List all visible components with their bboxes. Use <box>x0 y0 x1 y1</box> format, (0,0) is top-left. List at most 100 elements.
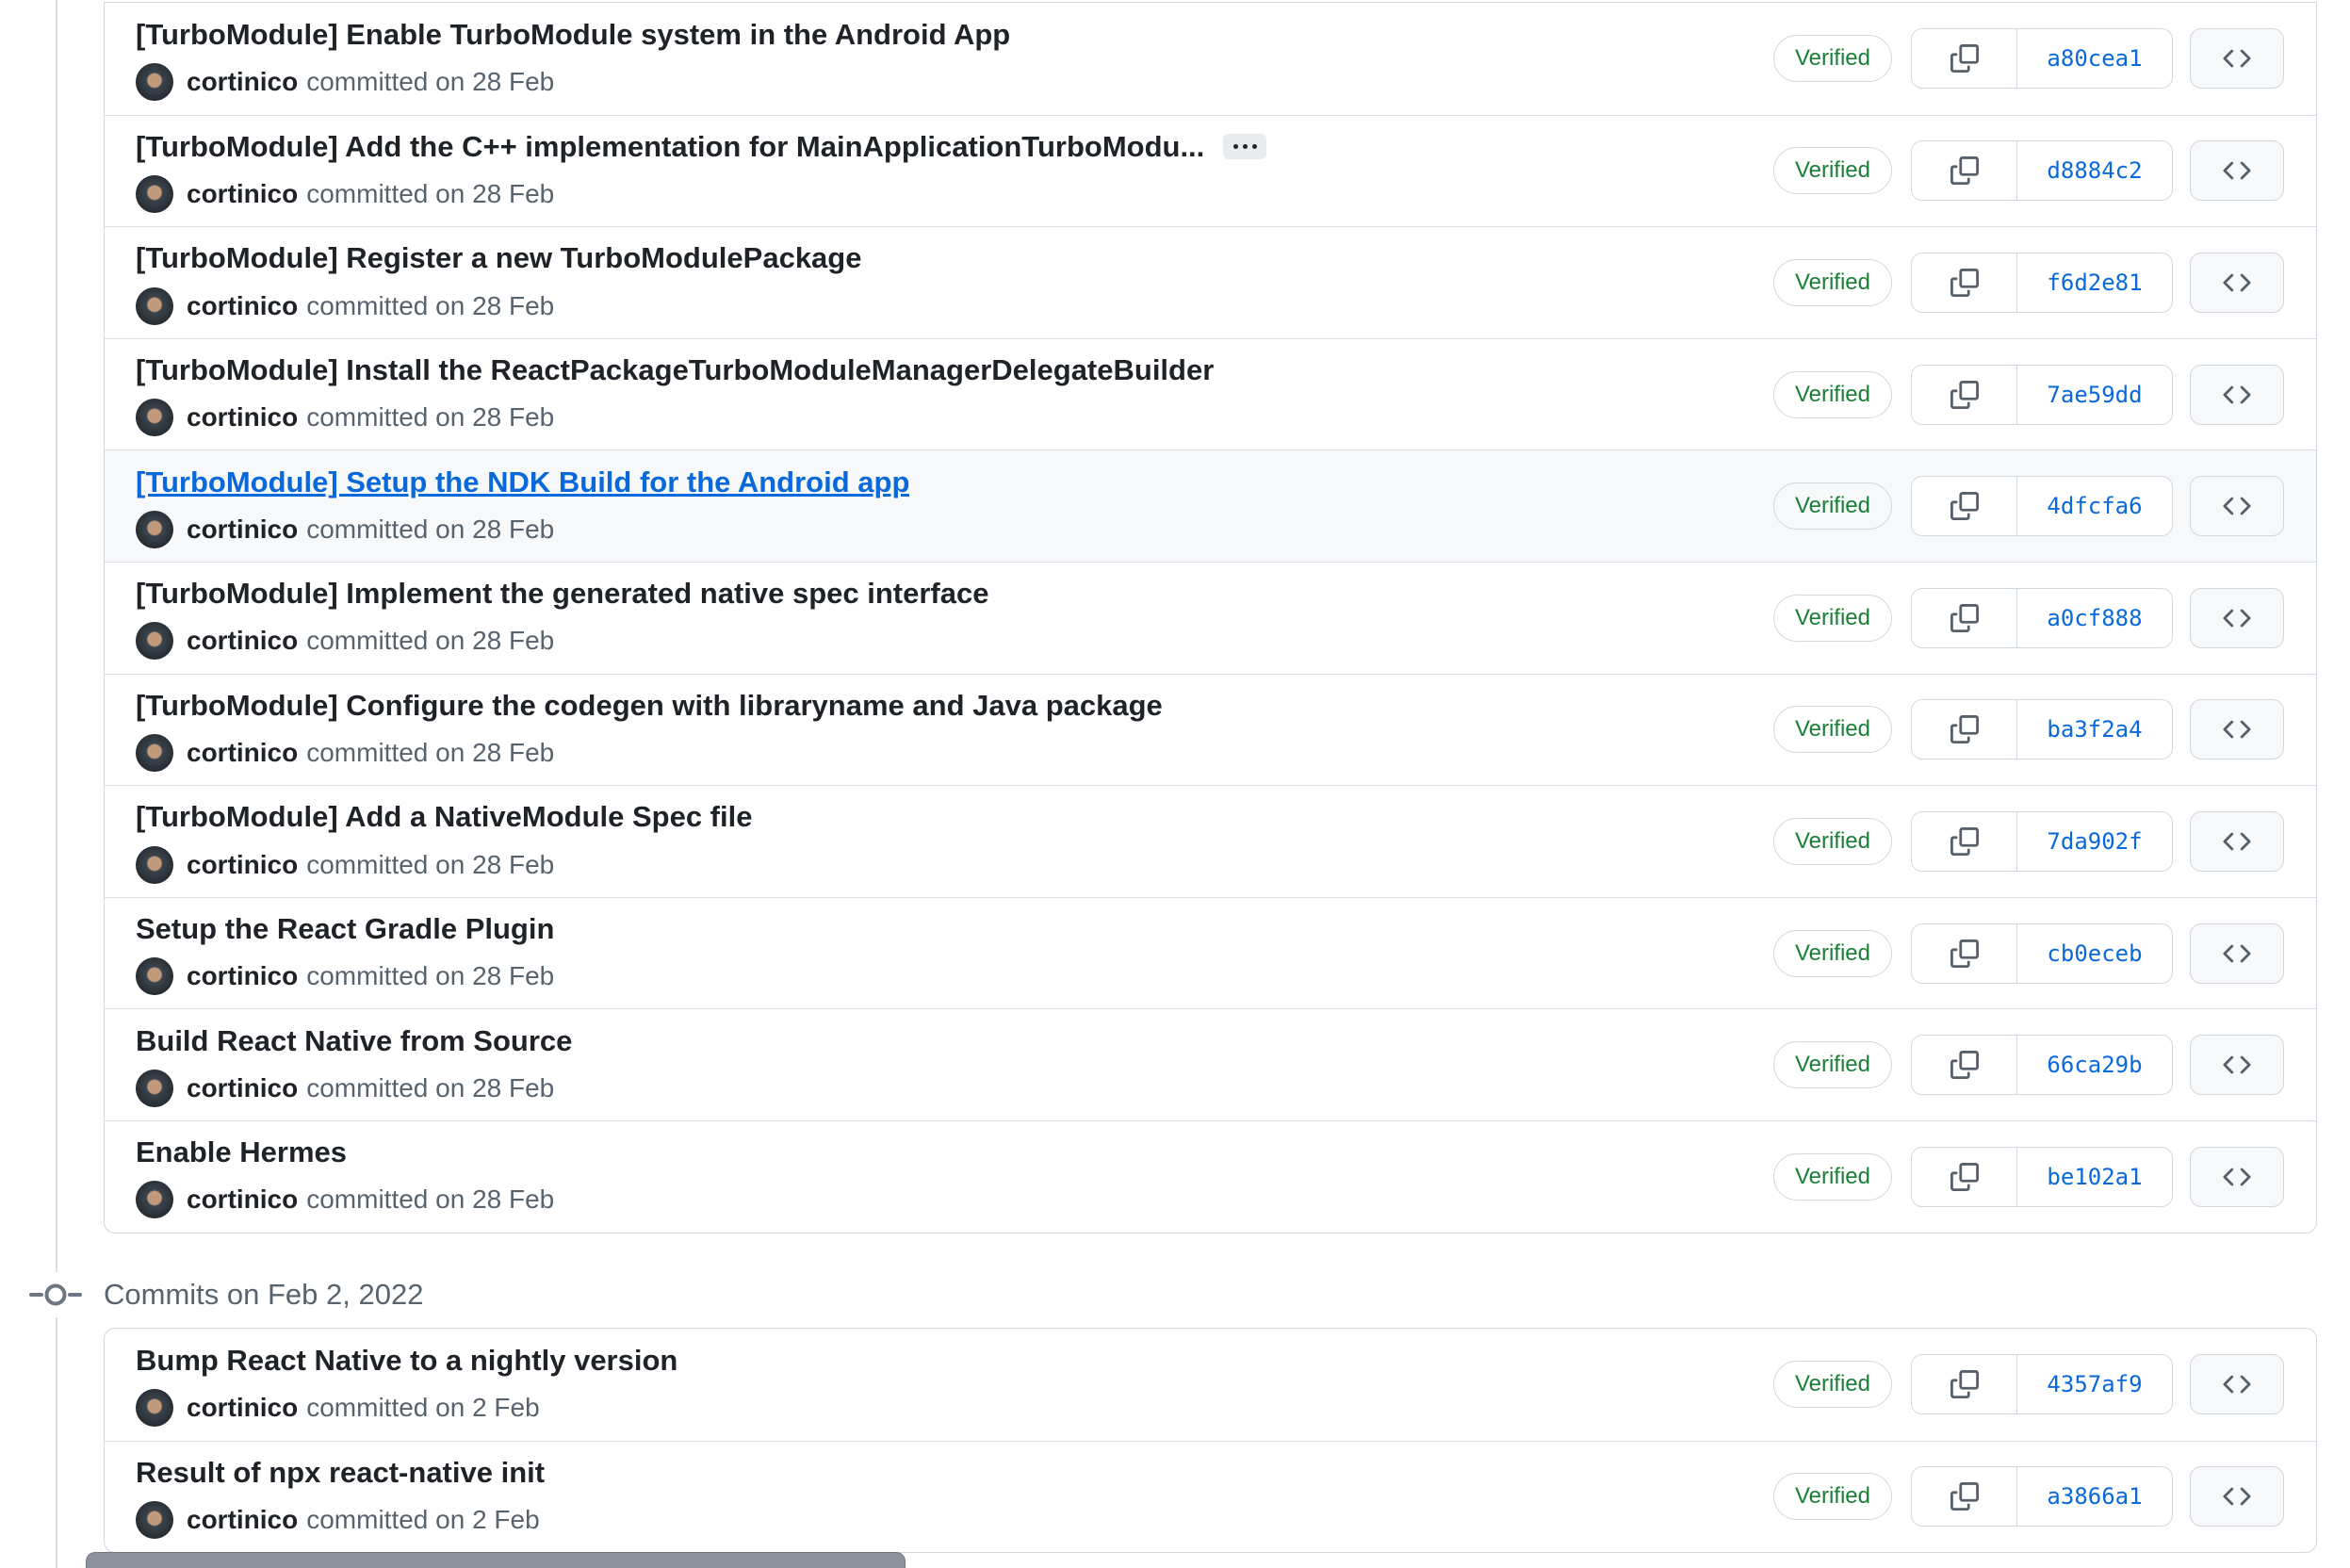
verified-badge[interactable]: Verified <box>1772 1152 1892 1200</box>
copy-icon <box>1950 603 1979 632</box>
commit-sha-link[interactable]: 4357af9 <box>2017 1355 2172 1413</box>
commit-author[interactable]: cortinico <box>187 1505 298 1535</box>
browse-code-button[interactable] <box>2190 1146 2284 1207</box>
verified-badge[interactable]: Verified <box>1772 817 1892 865</box>
commit-sha-link[interactable]: 4dfcfa6 <box>2017 477 2172 535</box>
browse-code-button[interactable] <box>2190 587 2284 648</box>
verified-badge[interactable]: Verified <box>1772 706 1892 754</box>
commit-title-link[interactable]: Result of npx react-native init <box>136 1455 545 1490</box>
commit-row: [TurboModule] Add a NativeModule Spec fi… <box>105 785 2316 897</box>
verified-badge[interactable]: Verified <box>1772 370 1892 418</box>
commit-author[interactable]: cortinico <box>187 514 298 545</box>
commit-sha-link[interactable]: cb0eceb <box>2017 924 2172 983</box>
avatar[interactable] <box>136 1069 173 1107</box>
commit-sha-link[interactable]: a3866a1 <box>2017 1467 2172 1526</box>
commit-sha-link[interactable]: a0cf888 <box>2017 589 2172 647</box>
commit-title-link[interactable]: [TurboModule] Register a new TurboModule… <box>136 240 861 275</box>
commit-author[interactable]: cortinico <box>187 1184 298 1215</box>
section-heading: Commits on Feb 2, 2022 <box>104 1278 424 1311</box>
browse-code-button[interactable] <box>2190 1354 2284 1415</box>
copy-sha-button[interactable] <box>1912 253 2017 312</box>
commit-author[interactable]: cortinico <box>187 1073 298 1103</box>
browse-code-button[interactable] <box>2190 476 2284 537</box>
avatar[interactable] <box>136 733 173 772</box>
browse-code-button[interactable] <box>2190 1466 2284 1527</box>
copy-sha-button[interactable] <box>1912 811 2017 871</box>
commit-author[interactable]: cortinico <box>187 402 298 433</box>
commit-sha-link[interactable]: ba3f2a4 <box>2017 700 2172 759</box>
browse-code-button[interactable] <box>2190 364 2284 425</box>
copy-sha-button[interactable] <box>1912 1036 2017 1095</box>
verified-badge[interactable]: Verified <box>1772 929 1892 977</box>
commit-title-link[interactable]: [TurboModule] Install the ReactPackageTu… <box>136 352 1214 387</box>
browse-code-button[interactable] <box>2190 140 2284 202</box>
commit-sha-link[interactable]: be102a1 <box>2017 1148 2172 1206</box>
copy-sha-button[interactable] <box>1912 1355 2017 1414</box>
expand-commit-message-button[interactable] <box>1223 133 1267 159</box>
copy-sha-button[interactable] <box>1912 141 2017 201</box>
copy-sha-button[interactable] <box>1912 1467 2017 1527</box>
code-icon <box>2223 1375 2251 1394</box>
browse-code-button[interactable] <box>2190 1035 2284 1096</box>
commit-sha-link[interactable]: 7da902f <box>2017 812 2172 871</box>
browse-code-button[interactable] <box>2190 252 2284 313</box>
browse-code-button[interactable] <box>2190 699 2284 760</box>
commit-author[interactable]: cortinico <box>187 67 298 97</box>
commit-author[interactable]: cortinico <box>187 291 298 321</box>
avatar[interactable] <box>136 1388 173 1427</box>
verified-badge[interactable]: Verified <box>1772 35 1892 83</box>
commit-title-link[interactable]: Enable Hermes <box>136 1135 347 1169</box>
commit-author[interactable]: cortinico <box>187 1393 298 1423</box>
copy-sha-button[interactable] <box>1912 1147 2017 1206</box>
browse-code-button[interactable] <box>2190 28 2284 90</box>
copy-sha-button[interactable] <box>1912 588 2017 647</box>
verified-badge[interactable]: Verified <box>1772 1361 1892 1409</box>
avatar[interactable] <box>136 1181 173 1219</box>
commit-date: committed on 28 Feb <box>306 66 555 96</box>
commit-title-link[interactable]: [TurboModule] Setup the NDK Build for th… <box>136 465 909 499</box>
commit-sha-link[interactable]: 7ae59dd <box>2017 366 2172 424</box>
verified-badge[interactable]: Verified <box>1772 1041 1892 1089</box>
commit-sha-link[interactable]: d8884c2 <box>2017 141 2172 200</box>
commit-sha-link[interactable]: f6d2e81 <box>2017 253 2172 312</box>
commit-author[interactable]: cortinico <box>187 738 298 768</box>
verified-badge[interactable]: Verified <box>1772 1473 1892 1521</box>
commit-title-link[interactable]: Build React Native from Source <box>136 1023 572 1058</box>
commit-title-link[interactable]: Setup the React Gradle Plugin <box>136 911 554 946</box>
avatar[interactable] <box>136 62 173 101</box>
avatar[interactable] <box>136 286 173 325</box>
copy-icon <box>1950 1482 1979 1511</box>
browse-code-button[interactable] <box>2190 810 2284 872</box>
commit-title-link[interactable]: [TurboModule] Configure the codegen with… <box>136 688 1163 723</box>
commit-author[interactable]: cortinico <box>187 961 298 991</box>
commit-author[interactable]: cortinico <box>187 626 298 656</box>
avatar[interactable] <box>136 399 173 437</box>
copy-sha-button[interactable] <box>1912 700 2017 760</box>
avatar[interactable] <box>136 845 173 884</box>
copy-sha-button[interactable] <box>1912 923 2017 983</box>
avatar[interactable] <box>136 957 173 996</box>
commit-author[interactable]: cortinico <box>187 179 298 209</box>
commit-title-link[interactable]: [TurboModule] Implement the generated na… <box>136 576 988 611</box>
commit-author[interactable]: cortinico <box>187 850 298 880</box>
commit-sha-link[interactable]: 66ca29b <box>2017 1036 2172 1094</box>
avatar[interactable] <box>136 510 173 548</box>
commit-title-link[interactable]: Bump React Native to a nightly version <box>136 1343 677 1378</box>
verified-badge[interactable]: Verified <box>1772 147 1892 195</box>
commit-sha-link[interactable]: a80cea1 <box>2017 29 2172 88</box>
copy-sha-button[interactable] <box>1912 29 2017 89</box>
code-icon <box>2223 609 2251 628</box>
commit-title-link[interactable]: [TurboModule] Add a NativeModule Spec fi… <box>136 799 752 834</box>
avatar[interactable] <box>136 174 173 213</box>
verified-badge[interactable]: Verified <box>1772 482 1892 531</box>
browse-code-button[interactable] <box>2190 923 2284 984</box>
avatar[interactable] <box>136 1500 173 1539</box>
verified-badge[interactable]: Verified <box>1772 258 1892 306</box>
copy-sha-button[interactable] <box>1912 365 2017 424</box>
copy-sha-button[interactable] <box>1912 477 2017 536</box>
avatar[interactable] <box>136 622 173 661</box>
copy-icon <box>1950 939 1979 968</box>
commit-title-link[interactable]: [TurboModule] Add the C++ implementation… <box>136 129 1204 164</box>
commit-title-link[interactable]: [TurboModule] Enable TurboModule system … <box>136 17 1010 52</box>
verified-badge[interactable]: Verified <box>1772 594 1892 642</box>
